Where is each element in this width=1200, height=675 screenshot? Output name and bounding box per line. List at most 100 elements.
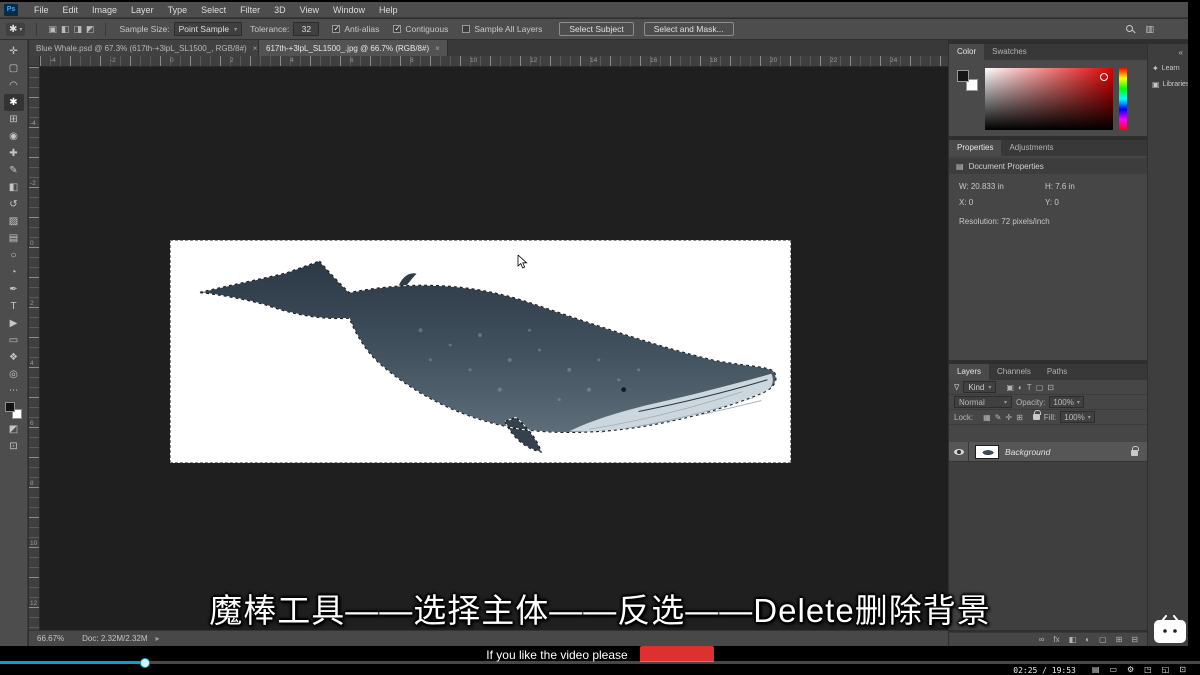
- crop-tool[interactable]: ⊞: [4, 111, 24, 128]
- document-image[interactable]: [170, 240, 791, 463]
- saturation-brightness-box[interactable]: [985, 68, 1113, 130]
- color-swatch-pair[interactable]: [957, 70, 978, 91]
- foreground-background-colors[interactable]: [5, 402, 22, 419]
- rectangle-tool[interactable]: ▭: [4, 332, 24, 349]
- foreground-color-swatch[interactable]: [957, 70, 969, 82]
- subscribe-button[interactable]: [640, 646, 714, 662]
- kind-filter-dropdown[interactable]: Kind: [963, 381, 996, 393]
- panel-tab[interactable]: Paths: [1039, 364, 1075, 380]
- filter-smart-objects-icon[interactable]: ⊡: [1047, 383, 1054, 392]
- hand-tool[interactable]: ❖: [4, 349, 24, 366]
- menu-item[interactable]: Select: [194, 5, 233, 15]
- layer-effects-icon[interactable]: fx: [1053, 636, 1059, 644]
- lock-artboard-icon[interactable]: ⊞: [1016, 413, 1023, 422]
- pen-tool[interactable]: ✒: [4, 281, 24, 298]
- progress-bar[interactable]: [0, 661, 1200, 664]
- new-selection-icon[interactable]: ▣: [48, 24, 57, 35]
- quick-mask-icon[interactable]: ◩: [4, 421, 24, 438]
- tolerance-input[interactable]: 32: [293, 22, 319, 36]
- filter-adjustment-layers-icon[interactable]: ◐: [1018, 383, 1023, 392]
- mini-player-icon[interactable]: ◳: [1144, 666, 1152, 674]
- filter-shape-layers-icon[interactable]: ▢: [1036, 383, 1044, 392]
- menu-item[interactable]: Window: [326, 5, 372, 15]
- rectangular-marquee-tool[interactable]: ▢: [4, 60, 24, 77]
- danmaku-list-icon[interactable]: ▤: [1092, 666, 1100, 674]
- lock-pixels-icon[interactable]: ✎: [995, 413, 1002, 422]
- panel-tab[interactable]: Layers: [949, 364, 989, 380]
- active-tool-dropdown[interactable]: ✱: [6, 23, 25, 36]
- expand-panels-icon[interactable]: «: [1148, 48, 1188, 57]
- edit-toolbar-icon[interactable]: ⋯: [9, 385, 18, 396]
- magic-wand-tool[interactable]: ✱: [4, 94, 24, 111]
- checkbox[interactable]: Contiguous: [393, 24, 448, 34]
- new-layer-icon[interactable]: ⊞: [1116, 636, 1123, 644]
- layer-thumbnail[interactable]: [975, 445, 999, 459]
- select-and-mask-button[interactable]: Select and Mask...: [644, 22, 734, 36]
- menu-item[interactable]: Filter: [233, 5, 267, 15]
- gradient-tool[interactable]: ▤: [4, 230, 24, 247]
- type-tool[interactable]: T: [4, 298, 24, 315]
- settings-icon[interactable]: ⚙: [1127, 666, 1134, 674]
- progress-fill[interactable]: [0, 661, 146, 664]
- menu-item[interactable]: File: [27, 5, 56, 15]
- learn-panel-item[interactable]: ✦ Learn: [1148, 57, 1188, 73]
- select-subject-button[interactable]: Select Subject: [559, 22, 633, 36]
- document-tab[interactable]: Blue Whale.psd @ 67.3% (617th-+3lpL_SL15…: [29, 40, 259, 56]
- adjustment-layer-icon[interactable]: ◐: [1085, 636, 1090, 644]
- move-tool[interactable]: ✛: [4, 43, 24, 60]
- menu-item[interactable]: 3D: [267, 5, 293, 15]
- blur-tool[interactable]: ○: [4, 247, 24, 264]
- delete-layer-icon[interactable]: ⊟: [1131, 636, 1138, 644]
- layer-mask-icon[interactable]: ◧: [1069, 636, 1077, 644]
- menu-item[interactable]: Edit: [56, 5, 86, 15]
- screen-mode-icon[interactable]: ⊡: [4, 438, 24, 455]
- fill-dropdown[interactable]: 100%: [1060, 411, 1094, 423]
- web-fullscreen-icon[interactable]: ◱: [1162, 666, 1170, 674]
- history-brush-tool[interactable]: ↺: [4, 196, 24, 213]
- filter-type-layers-icon[interactable]: T: [1027, 383, 1032, 392]
- add-selection-icon[interactable]: ◧: [61, 24, 70, 35]
- blend-mode-dropdown[interactable]: Normal: [954, 396, 1012, 408]
- sample-size-dropdown[interactable]: Point Sample: [174, 22, 243, 36]
- panel-tab[interactable]: Properties: [949, 140, 1001, 156]
- search-icon[interactable]: [1126, 25, 1135, 34]
- lasso-tool[interactable]: ◠: [4, 77, 24, 94]
- lock-position-icon[interactable]: ✛: [1005, 413, 1012, 422]
- subtitle-icon[interactable]: ▭: [1109, 666, 1117, 674]
- dodge-tool[interactable]: ◔: [4, 264, 24, 281]
- foreground-color-swatch[interactable]: [5, 402, 15, 412]
- menu-item[interactable]: Help: [372, 5, 405, 15]
- document-tab[interactable]: 617th-+3lpL_SL1500_.jpg @ 66.7% (RGB/8#)…: [259, 40, 448, 56]
- panel-tab[interactable]: Swatches: [984, 44, 1035, 60]
- lock-all-icon[interactable]: [1033, 414, 1040, 420]
- link-layers-icon[interactable]: ∞: [1039, 636, 1045, 644]
- clone-stamp-tool[interactable]: ◧: [4, 179, 24, 196]
- panel-tab[interactable]: Channels: [989, 364, 1039, 380]
- filter-pixel-layers-icon[interactable]: ▣: [1006, 383, 1014, 392]
- panel-tab[interactable]: Adjustments: [1001, 140, 1061, 156]
- checkbox[interactable]: Anti-alias: [332, 24, 379, 34]
- eyedropper-tool[interactable]: ◉: [4, 128, 24, 145]
- zoom-level[interactable]: 66.67%: [37, 634, 64, 643]
- menu-item[interactable]: Type: [161, 5, 195, 15]
- layer-group-icon[interactable]: ▢: [1099, 636, 1107, 644]
- tab-close-icon[interactable]: ×: [253, 44, 258, 53]
- canvas-area[interactable]: -4-2024681012141618202224 -4-2024681012: [29, 56, 948, 630]
- checkbox[interactable]: Sample All Layers: [462, 24, 542, 34]
- subtract-selection-icon[interactable]: ◨: [73, 24, 82, 35]
- status-menu-caret[interactable]: ▸: [156, 634, 160, 643]
- tab-close-icon[interactable]: ×: [435, 44, 440, 53]
- menu-item[interactable]: View: [293, 5, 326, 15]
- menu-item[interactable]: Layer: [124, 5, 161, 15]
- workspace-switcher-icon[interactable]: ▥: [1145, 24, 1154, 35]
- spot-healing-brush-tool[interactable]: ✚: [4, 145, 24, 162]
- path-selection-tool[interactable]: ▶: [4, 315, 24, 332]
- hue-slider[interactable]: [1119, 68, 1127, 130]
- intersect-selection-icon[interactable]: ◩: [86, 24, 95, 35]
- eraser-tool[interactable]: ▨: [4, 213, 24, 230]
- fullscreen-icon[interactable]: ⊡: [1179, 666, 1186, 674]
- libraries-panel-item[interactable]: ▣ Libraries: [1148, 73, 1188, 89]
- brush-tool[interactable]: ✎: [4, 162, 24, 179]
- panel-tab[interactable]: Color: [949, 44, 984, 60]
- opacity-dropdown[interactable]: 100%: [1049, 396, 1083, 408]
